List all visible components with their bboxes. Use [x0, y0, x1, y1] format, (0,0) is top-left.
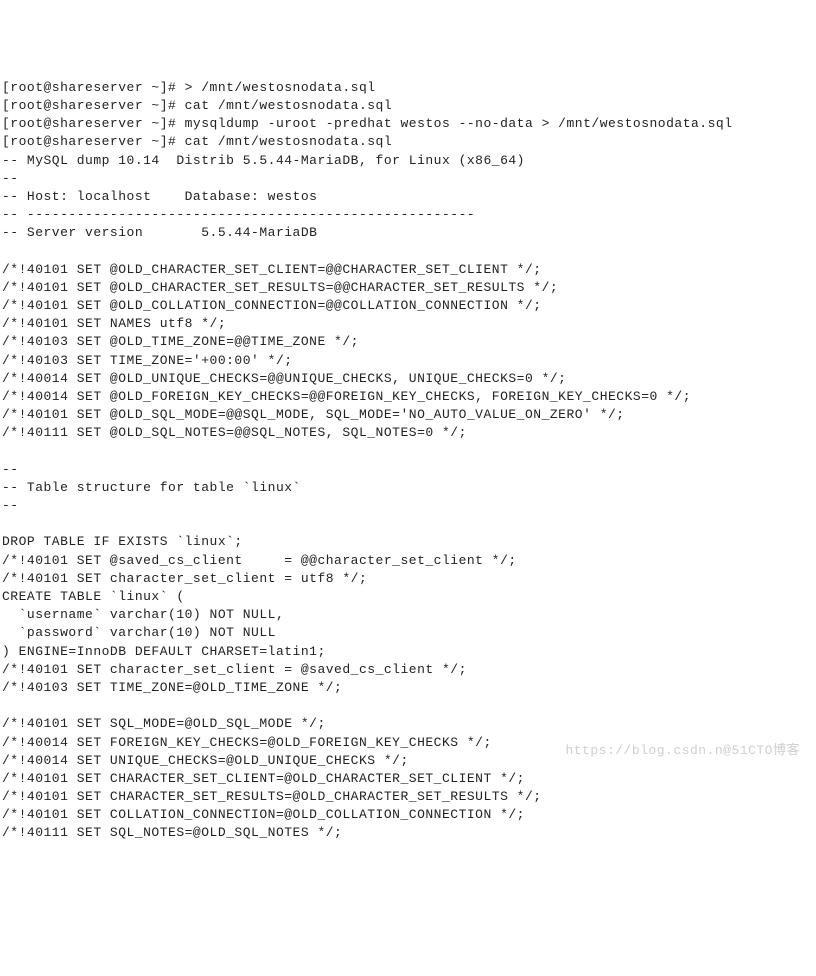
- terminal-line: -- MySQL dump 10.14 Distrib 5.5.44-Maria…: [2, 152, 814, 170]
- terminal-line: [2, 242, 814, 260]
- terminal-line: /*!40101 SET SQL_MODE=@OLD_SQL_MODE */;: [2, 715, 814, 733]
- terminal-line: /*!40103 SET @OLD_TIME_ZONE=@@TIME_ZONE …: [2, 333, 814, 351]
- terminal-line: -- Server version 5.5.44-MariaDB: [2, 224, 814, 242]
- terminal-line: [2, 697, 814, 715]
- terminal-line: [2, 515, 814, 533]
- terminal-line: -- Table structure for table `linux`: [2, 479, 814, 497]
- terminal-line: `username` varchar(10) NOT NULL,: [2, 606, 814, 624]
- terminal-line: [2, 443, 814, 461]
- terminal-line: --: [2, 170, 814, 188]
- terminal-line: /*!40101 SET @saved_cs_client = @@charac…: [2, 552, 814, 570]
- terminal-output: [root@shareserver ~]# > /mnt/westosnodat…: [2, 79, 814, 843]
- terminal-line: DROP TABLE IF EXISTS `linux`;: [2, 533, 814, 551]
- terminal-line: [root@shareserver ~]# cat /mnt/westosnod…: [2, 133, 814, 151]
- terminal-line: --: [2, 461, 814, 479]
- terminal-line: /*!40101 SET @OLD_COLLATION_CONNECTION=@…: [2, 297, 814, 315]
- terminal-line: /*!40014 SET @OLD_UNIQUE_CHECKS=@@UNIQUE…: [2, 370, 814, 388]
- terminal-line: /*!40101 SET COLLATION_CONNECTION=@OLD_C…: [2, 806, 814, 824]
- watermark-text: https://blog.csdn.n@51CTO博客: [565, 742, 800, 760]
- terminal-line: /*!40101 SET CHARACTER_SET_CLIENT=@OLD_C…: [2, 770, 814, 788]
- terminal-line: /*!40101 SET @OLD_CHARACTER_SET_RESULTS=…: [2, 279, 814, 297]
- terminal-line: /*!40111 SET SQL_NOTES=@OLD_SQL_NOTES */…: [2, 824, 814, 842]
- terminal-line: /*!40101 SET @OLD_SQL_MODE=@@SQL_MODE, S…: [2, 406, 814, 424]
- terminal-line: /*!40101 SET @OLD_CHARACTER_SET_CLIENT=@…: [2, 261, 814, 279]
- terminal-line: [root@shareserver ~]# > /mnt/westosnodat…: [2, 79, 814, 97]
- terminal-line: [root@shareserver ~]# mysqldump -uroot -…: [2, 115, 814, 133]
- terminal-line: /*!40111 SET @OLD_SQL_NOTES=@@SQL_NOTES,…: [2, 424, 814, 442]
- terminal-line: /*!40101 SET CHARACTER_SET_RESULTS=@OLD_…: [2, 788, 814, 806]
- terminal-line: /*!40103 SET TIME_ZONE='+00:00' */;: [2, 352, 814, 370]
- terminal-line: /*!40014 SET @OLD_FOREIGN_KEY_CHECKS=@@F…: [2, 388, 814, 406]
- terminal-line: -- Host: localhost Database: westos: [2, 188, 814, 206]
- terminal-line: [root@shareserver ~]# cat /mnt/westosnod…: [2, 97, 814, 115]
- terminal-line: /*!40101 SET NAMES utf8 */;: [2, 315, 814, 333]
- terminal-line: -- -------------------------------------…: [2, 206, 814, 224]
- terminal-line: `password` varchar(10) NOT NULL: [2, 624, 814, 642]
- terminal-line: /*!40101 SET character_set_client = @sav…: [2, 661, 814, 679]
- terminal-line: ) ENGINE=InnoDB DEFAULT CHARSET=latin1;: [2, 643, 814, 661]
- terminal-line: --: [2, 497, 814, 515]
- terminal-line: /*!40103 SET TIME_ZONE=@OLD_TIME_ZONE */…: [2, 679, 814, 697]
- terminal-line: /*!40101 SET character_set_client = utf8…: [2, 570, 814, 588]
- terminal-line: CREATE TABLE `linux` (: [2, 588, 814, 606]
